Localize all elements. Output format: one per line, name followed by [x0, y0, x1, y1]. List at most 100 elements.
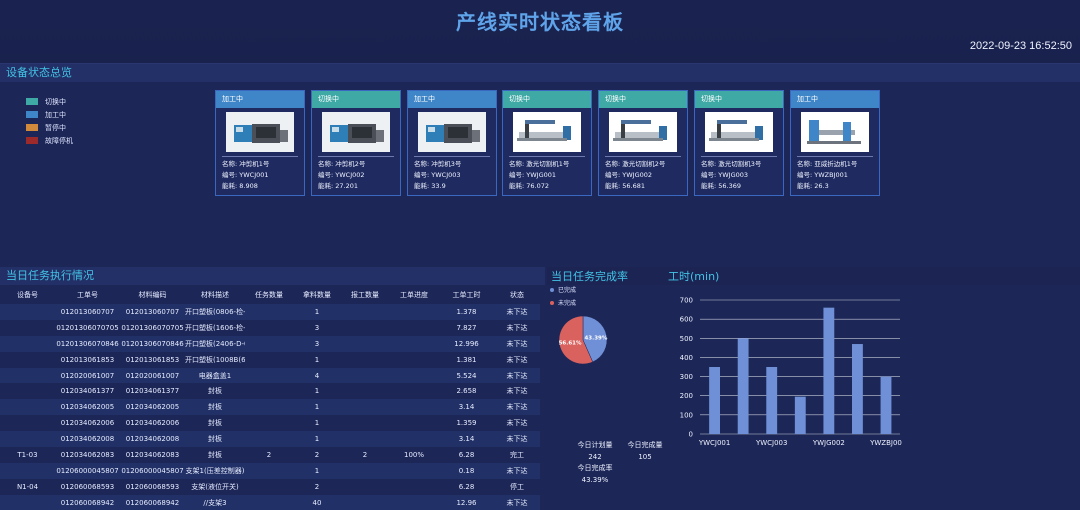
- table-cell: 未下达: [494, 415, 540, 432]
- table-cell: 40: [293, 494, 341, 510]
- table-cell: [245, 494, 293, 510]
- table-row[interactable]: 012013061853 012013061853 开口塑板(1008B(65 1 1.…: [0, 351, 540, 368]
- table-row[interactable]: 012020061007 012020061007 电器盒盖1 4 5.524 未下达: [0, 367, 540, 384]
- devices-section-header: 设备状态总览: [0, 64, 1080, 82]
- card-divider: [509, 156, 585, 157]
- open-laser-cutter-image: [513, 112, 581, 152]
- table-row[interactable]: T1-03 012034062083 012034062083 封板 2 2 2 100% 6.…: [0, 447, 540, 463]
- table-cell: 停工: [494, 478, 540, 495]
- device-name-value: 激光切割机3号: [718, 160, 762, 168]
- device-code-value: YWZBJ001: [814, 171, 848, 179]
- table-cell: 012020061007: [120, 367, 185, 384]
- device-card[interactable]: 切换中 名称: 冲剪机2号 编号: YWCJ002 能耗: 27.201: [311, 90, 401, 196]
- table-cell: [245, 431, 293, 448]
- device-name-label: 名称:: [701, 160, 717, 168]
- table-row[interactable]: 0120130607070​5 0120130607070​5 开口塑板(1606-…: [0, 319, 540, 336]
- table-row[interactable]: 012034062008 012034062008 封板 1 3.14 未下达: [0, 431, 540, 448]
- device-card[interactable]: 切换中 名称: 激光切割机1号 编号: YWJG001 能耗: 76.072: [502, 90, 592, 196]
- table-cell: 封板: [185, 399, 245, 416]
- device-name: 名称: 激光切割机3号: [695, 159, 783, 170]
- device-card[interactable]: 加工中 名称: 冲剪机3号 编号: YWCJ003 能耗: 33.9: [407, 90, 497, 196]
- table-cell: 1: [293, 431, 341, 448]
- table-cell: [389, 431, 439, 448]
- table-cell: //支架3: [185, 494, 245, 510]
- table-row[interactable]: 012034061377 012034061377 封板 1 2.658 未下达: [0, 383, 540, 400]
- table-cell: [245, 319, 293, 336]
- bar[interactable]: [794, 396, 806, 434]
- bar[interactable]: [709, 367, 720, 434]
- legend-label: 加工中: [45, 110, 66, 119]
- bar[interactable]: [823, 307, 835, 434]
- task-table-body: 012013060707 012013060707 开口塑板(0806-检-E 1 1.…: [0, 304, 540, 510]
- bar[interactable]: [737, 338, 749, 434]
- device-code-label: 编号:: [222, 171, 238, 179]
- bar[interactable]: [766, 367, 778, 434]
- workhours-chart-title: 工时(min): [668, 270, 720, 283]
- task-table: 设备号 工单号 材料编码 材料描述 任务数量 拿料数量 报工数量 工单进度 工单工时 状态 012…: [0, 286, 540, 510]
- device-energy: 能耗: 76.072: [503, 181, 591, 192]
- x-tick-label: YWJG002: [812, 439, 845, 447]
- table-row[interactable]: 012034062005 012034062005 封板 1 3.14 未下达: [0, 399, 540, 416]
- table-row[interactable]: 0120130607084​6 0120130607084​6 开口塑板(2406-…: [0, 335, 540, 352]
- table-cell: [389, 462, 439, 479]
- device-name-value: 冲剪机1号: [239, 160, 270, 168]
- device-energy-value: 56.681: [622, 182, 646, 190]
- table-cell: 未下达: [494, 494, 540, 510]
- device-energy: 能耗: 56.369: [695, 181, 783, 192]
- device-card[interactable]: 切换中 名称: 激光切割机2号 编号: YWJG002 能耗: 56.681: [598, 90, 688, 196]
- table-row[interactable]: 012060068942 012060068942//支架3 40 12.96 未下达: [0, 494, 540, 510]
- panel-bender-image: [801, 112, 869, 152]
- table-cell: 1: [293, 383, 341, 400]
- table-cell: 开口塑板(0806-检-E: [185, 304, 245, 320]
- table-cell: 1: [293, 399, 341, 416]
- device-card[interactable]: 加工中 名称: 冲剪机1号 编号: YWCJ001 能耗: 8.908: [215, 90, 305, 196]
- device-name-value: 激光切割机1号: [526, 160, 570, 168]
- table-cell: 100%: [389, 447, 439, 463]
- legend-swatch: [26, 98, 38, 105]
- device-name-label: 名称:: [222, 160, 238, 168]
- device-code-label: 编号:: [318, 171, 334, 179]
- table-cell: 012034062008: [120, 431, 185, 448]
- device-energy-label: 能耗:: [318, 182, 334, 190]
- bar[interactable]: [852, 344, 863, 434]
- table-row[interactable]: 01206000045807 01206000045807 支架1(压差控制器) 1 0…: [0, 462, 540, 479]
- device-code: 编号: YWZBJ001: [791, 170, 879, 181]
- table-cell: [0, 304, 55, 320]
- y-tick-label: 300: [680, 373, 693, 381]
- header-bar: 产线实时状态看板 2022-09-23 16:52:50: [0, 0, 1080, 64]
- pie-legend-label: 未完成: [558, 300, 577, 307]
- planned-stat: 今日计划量 242: [572, 440, 618, 461]
- device-energy: 能耗: 33.9: [408, 181, 496, 192]
- device-card[interactable]: 切换中 名称: 激光切割机3号 编号: YWJG003 能耗: 56.369: [694, 90, 784, 196]
- device-energy-value: 56.369: [718, 182, 742, 190]
- table-cell: 3.14: [439, 431, 494, 448]
- device-name-value: 亚威折边机1号: [814, 160, 858, 168]
- table-cell: [389, 478, 439, 495]
- table-cell: 未下达: [494, 399, 540, 416]
- card-divider: [797, 156, 873, 157]
- device-energy: 能耗: 8.908: [216, 181, 304, 192]
- datetime-display: 2022-09-23 16:52:50: [969, 40, 1072, 52]
- card-divider: [318, 156, 394, 157]
- table-cell: 2: [293, 447, 341, 463]
- table-row[interactable]: 012034062006 012034062006 封板 1 1.359 未下达: [0, 415, 540, 432]
- table-cell: 未下达: [494, 319, 540, 336]
- legend-item-processing: 加工中: [26, 108, 73, 121]
- pie-slice-label: 56.61%: [559, 341, 582, 347]
- table-cell: [389, 383, 439, 400]
- rate-label: 今日完成率: [577, 464, 613, 472]
- table-cell: 012060068593: [120, 478, 185, 495]
- legend-label: 暂停中: [45, 123, 66, 132]
- open-laser-cutter-image: [609, 112, 677, 152]
- table-row[interactable]: N1-04 012060068593 012060068593 支架(液位开关) 2 6.…: [0, 478, 540, 495]
- device-card[interactable]: 加工中 名称: 亚威折边机1号 编号: YWZBJ001 能耗: 26.3: [790, 90, 880, 196]
- device-name: 名称: 冲剪机2号: [312, 159, 400, 170]
- table-cell: 3: [293, 319, 341, 336]
- task-table-panel: 设备号 工单号 材料编码 材料描述 任务数量 拿料数量 报工数量 工单进度 工单工时 状态 012…: [0, 286, 540, 510]
- y-tick-label: 200: [680, 392, 693, 400]
- table-row[interactable]: 012013060707 012013060707 开口塑板(0806-检-E 1 1.…: [0, 304, 540, 320]
- table-cell: 012034062083: [120, 447, 185, 463]
- bar[interactable]: [880, 376, 892, 434]
- device-name-label: 名称:: [509, 160, 525, 168]
- pie-slice-label: 43.39%: [584, 335, 607, 341]
